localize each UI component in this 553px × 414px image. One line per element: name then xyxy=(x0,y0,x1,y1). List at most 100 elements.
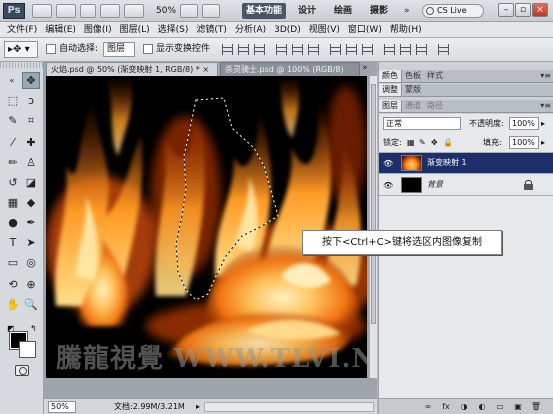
menu-item-5[interactable]: 滤镜(T) xyxy=(192,22,231,38)
crop-tool-icon[interactable]: ⌗ xyxy=(22,112,40,129)
eraser-tool-icon[interactable]: ◪ xyxy=(22,174,40,191)
layer-row-background[interactable]: 👁 背景 xyxy=(379,175,553,196)
visibility-eye-icon[interactable]: 👁 xyxy=(383,181,393,190)
3d-orbit-tool-icon[interactable]: ⟲ xyxy=(4,276,22,293)
brush-tool-icon[interactable]: ✏ xyxy=(4,154,22,171)
visibility-eye-icon[interactable]: 👁 xyxy=(383,159,393,168)
distribute-left-icon[interactable] xyxy=(384,44,395,55)
show-transform-checkbox[interactable] xyxy=(143,44,153,54)
tool-preset-picker[interactable]: ▸✥ ▾ xyxy=(4,41,38,58)
distribute-top-icon[interactable] xyxy=(330,44,341,55)
tab-fire-close-icon[interactable]: × xyxy=(202,65,209,74)
distribute-hcenter-icon[interactable] xyxy=(400,44,411,55)
tab-fire-document[interactable]: 火焰.psd @ 50% (渐变映射 1, RGB/8) * × xyxy=(46,62,218,76)
workspace-essentials-button[interactable]: 基本功能 xyxy=(242,3,287,19)
image-canvas[interactable]: 騰龍視覺 WWW.TLVI.NET xyxy=(46,76,367,378)
align-right-icon[interactable] xyxy=(308,44,319,55)
adjustment-layer-icon[interactable]: ◐ xyxy=(473,399,491,414)
new-layer-icon[interactable]: ▣ xyxy=(509,399,527,414)
distribute-vcenter-icon[interactable] xyxy=(346,44,357,55)
opacity-arrow[interactable]: ▸ xyxy=(541,117,545,130)
auto-align-icon[interactable] xyxy=(438,44,449,55)
menu-item-9[interactable]: 窗口(W) xyxy=(344,22,386,38)
quick-mask-icon[interactable] xyxy=(15,365,29,376)
tab-layers[interactable]: 图层 xyxy=(379,100,402,112)
auto-select-dropdown[interactable]: 图层 xyxy=(103,42,135,57)
minimize-button[interactable]: – xyxy=(498,3,514,17)
tab-swatches[interactable]: 色板 xyxy=(402,70,424,82)
tab-color[interactable]: 颜色 xyxy=(379,70,402,82)
quick-select-tool-icon[interactable]: ✎ xyxy=(4,112,22,129)
blur-tool-icon[interactable]: ◆ xyxy=(22,194,40,211)
lock-position-icon[interactable]: ✥ xyxy=(431,136,438,149)
group-icon[interactable]: ▭ xyxy=(491,399,509,414)
menu-item-4[interactable]: 选择(S) xyxy=(154,22,193,38)
background-color-swatch[interactable] xyxy=(19,341,36,358)
screen-mode-icon[interactable] xyxy=(202,4,220,18)
rotate-view-icon[interactable] xyxy=(124,4,144,18)
maximize-button[interactable]: ▫ xyxy=(515,3,531,17)
tab-channels[interactable]: 通道 xyxy=(402,100,424,112)
align-bottom-icon[interactable] xyxy=(254,44,265,55)
layer-name[interactable]: 背景 xyxy=(427,178,443,192)
distribute-bottom-icon[interactable] xyxy=(362,44,373,55)
marquee-tool-icon[interactable]: ⬚ xyxy=(4,92,22,109)
align-top-icon[interactable] xyxy=(222,44,233,55)
workspace-photography-button[interactable]: 摄影 xyxy=(366,3,392,19)
workspace-painting-button[interactable]: 绘画 xyxy=(330,3,356,19)
status-menu-arrow[interactable]: ▸ xyxy=(196,401,200,413)
menu-item-6[interactable]: 分析(A) xyxy=(231,22,270,38)
tab-masks[interactable]: 蒙版 xyxy=(402,84,424,96)
tab-paths[interactable]: 路径 xyxy=(424,100,446,112)
fill-arrow[interactable]: ▸ xyxy=(541,136,545,149)
zoom-3d-tool-icon[interactable]: ⊕ xyxy=(22,276,40,293)
dodge-tool-icon[interactable]: ● xyxy=(4,214,22,231)
vertical-scroll-thumb[interactable] xyxy=(371,84,376,324)
menu-item-3[interactable]: 图层(L) xyxy=(116,22,154,38)
color-panel-menu-icon[interactable]: ▾≡ xyxy=(540,70,551,82)
path-select-tool-icon[interactable]: ➤ xyxy=(22,234,40,251)
3d-rotate-tool-icon[interactable]: ◎ xyxy=(22,254,40,271)
menu-item-8[interactable]: 视图(V) xyxy=(305,22,344,38)
shape-tool-icon[interactable]: ▭ xyxy=(4,254,22,271)
menu-item-10[interactable]: 帮助(H) xyxy=(386,22,426,38)
tab-styles[interactable]: 样式 xyxy=(424,70,446,82)
auto-select-checkbox[interactable] xyxy=(46,44,56,54)
horizontal-scrollbar[interactable] xyxy=(204,402,374,412)
add-mask-icon[interactable]: ◑ xyxy=(455,399,473,414)
collapse-tools-icon[interactable]: « xyxy=(3,72,21,89)
guides-icon[interactable] xyxy=(80,4,96,18)
opacity-field[interactable]: 100% xyxy=(509,117,539,130)
status-zoom-field[interactable]: 50% xyxy=(48,401,76,413)
move-tool-icon[interactable]: ✥ xyxy=(22,72,40,89)
menu-item-7[interactable]: 3D(D) xyxy=(270,22,305,38)
layers-panel-menu-icon[interactable]: ▾≡ xyxy=(540,100,551,112)
tab-knight-document[interactable]: 杀灵骑士.psd @ 100% (RGB/8) xyxy=(220,62,360,76)
tools-grip[interactable] xyxy=(0,62,44,68)
type-tool-icon[interactable]: T xyxy=(4,234,22,251)
workspace-design-button[interactable]: 设计 xyxy=(294,3,320,19)
lock-all-icon[interactable]: 🔒 xyxy=(443,136,453,149)
lock-pixels-icon[interactable]: ✎ xyxy=(419,136,426,149)
minibridge-icon[interactable] xyxy=(56,4,76,18)
link-layers-icon[interactable]: ∞ xyxy=(419,399,437,414)
menu-item-2[interactable]: 图像(I) xyxy=(80,22,116,38)
more-workspaces-button[interactable]: » xyxy=(404,3,410,19)
menu-item-1[interactable]: 编辑(E) xyxy=(41,22,80,38)
align-vcenter-icon[interactable] xyxy=(238,44,249,55)
tab-adjustments[interactable]: 调整 xyxy=(379,84,402,96)
pen-tool-icon[interactable]: ✒ xyxy=(22,214,40,231)
lasso-tool-icon[interactable]: ↄ xyxy=(22,92,40,109)
gradient-tool-icon[interactable]: ▦ xyxy=(4,194,22,211)
zoom-tool-icon[interactable]: 🔍 xyxy=(22,296,40,313)
blend-mode-dropdown[interactable]: 正常 xyxy=(383,117,461,130)
layer-name[interactable]: 渐变映射 1 xyxy=(427,156,467,170)
tabs-overflow-icon[interactable]: » xyxy=(362,63,368,73)
arrange-documents-icon[interactable] xyxy=(180,4,198,18)
lock-transparency-icon[interactable]: ▦ xyxy=(407,136,415,149)
hand-tool-icon[interactable] xyxy=(100,4,120,18)
fill-field[interactable]: 100% xyxy=(509,136,539,149)
trash-icon[interactable]: 🗑 xyxy=(527,399,545,414)
eyedropper-tool-icon[interactable]: ⁄ xyxy=(4,134,22,151)
hand-tool-icon[interactable]: ✋ xyxy=(4,296,22,313)
